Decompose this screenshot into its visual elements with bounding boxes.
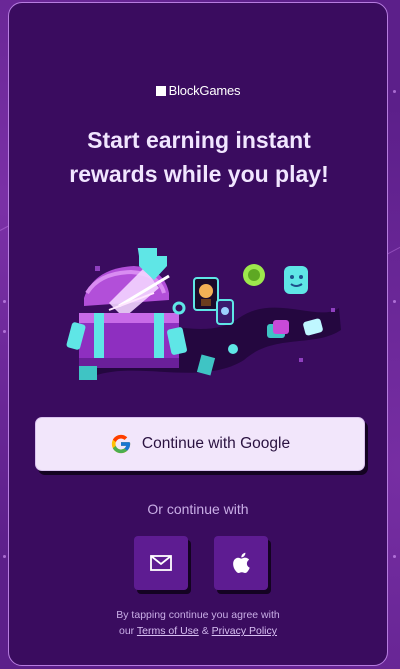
legal-prefix: By tapping continue you agree with xyxy=(116,609,280,621)
brand-logo: BlockGames xyxy=(9,83,387,98)
google-icon xyxy=(111,434,131,454)
decor-dot xyxy=(3,330,6,333)
decor-dot xyxy=(393,555,396,558)
decor-dot xyxy=(3,300,6,303)
apple-icon xyxy=(233,552,250,573)
legal-notice: By tapping continue you agree with our T… xyxy=(9,607,387,639)
email-login-button[interactable] xyxy=(134,536,188,590)
decor-dot xyxy=(393,300,396,303)
privacy-policy-link[interactable]: Privacy Policy xyxy=(212,625,277,637)
login-card: BlockGames Start earning instant rewards… xyxy=(8,2,388,666)
brand-name: BlockGames xyxy=(168,83,241,98)
decor-dot xyxy=(3,555,6,558)
headline-line-1: Start earning instant xyxy=(87,127,311,153)
decor-dot xyxy=(393,90,396,93)
page-title: Start earning instant rewards while you … xyxy=(29,123,369,191)
apple-login-button[interactable] xyxy=(214,536,268,590)
legal-and: & xyxy=(201,625,209,637)
legal-links-line: our Terms of Use & Privacy Policy xyxy=(9,623,387,639)
terms-of-use-link[interactable]: Terms of Use xyxy=(137,625,199,637)
google-button-label: Continue with Google xyxy=(141,435,291,452)
mail-icon xyxy=(150,555,172,571)
headline-line-2: rewards while you play! xyxy=(69,161,329,187)
google-login-button[interactable]: Continue with Google xyxy=(35,417,365,471)
treasure-chest-illustration xyxy=(66,248,341,380)
legal-our: our xyxy=(119,625,135,637)
logo-mark-icon xyxy=(155,85,166,96)
alt-login-prompt: Or continue with xyxy=(147,501,249,517)
